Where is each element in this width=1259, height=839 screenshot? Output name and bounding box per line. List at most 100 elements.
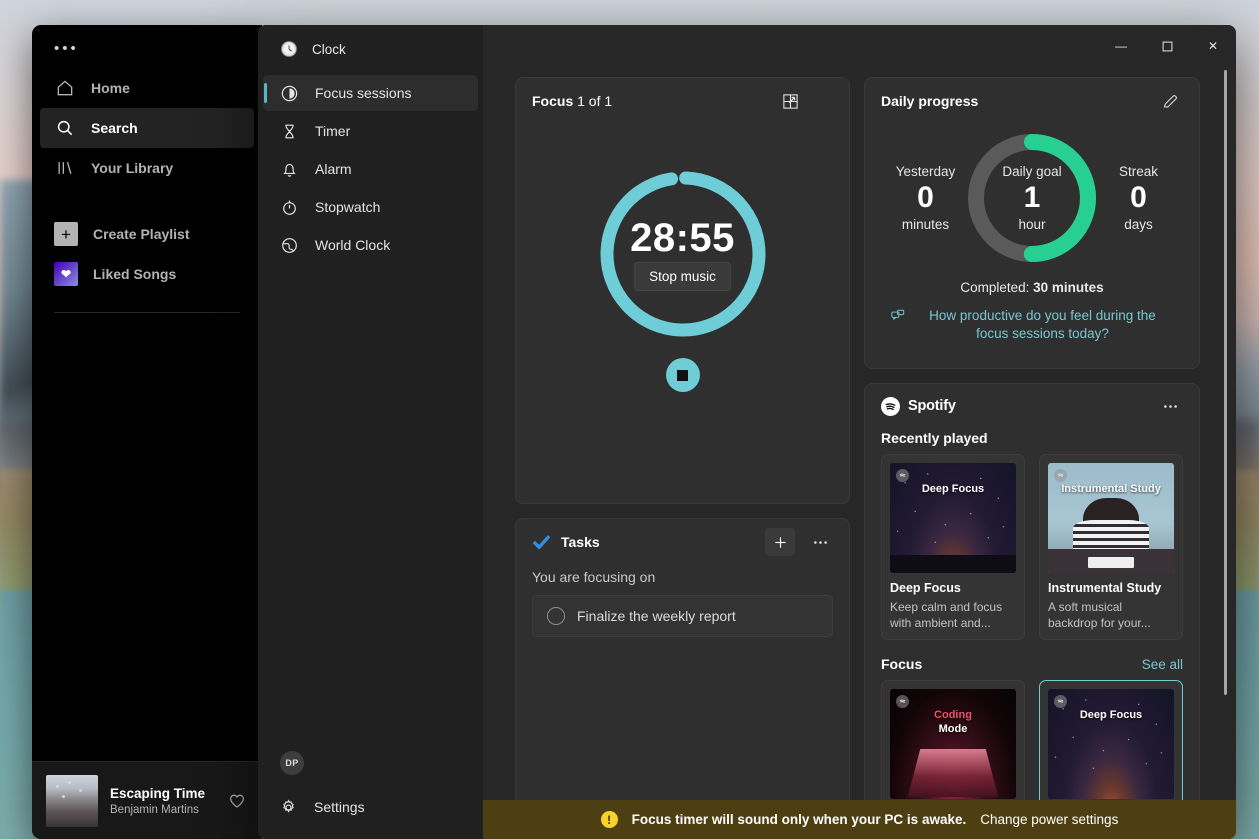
pencil-icon[interactable] [1155, 87, 1185, 115]
focus-card-header: Focus 1 of 1 more-horizontal-icon [516, 78, 849, 124]
tasks-card-header: Tasks [516, 519, 849, 565]
add-task-button[interactable] [765, 528, 795, 556]
tasks-more-icon[interactable] [805, 528, 835, 556]
stop-icon [677, 370, 688, 381]
sidebar-item-your-library[interactable]: Your Library [40, 148, 254, 188]
focus-more-icon[interactable]: more-horizontal-icon [805, 87, 835, 115]
menu-item-label: Timer [315, 123, 350, 139]
now-playing-bar: Escaping Time Benjamin Martins [32, 761, 262, 839]
picture-in-picture-icon[interactable] [775, 87, 805, 115]
spotify-actions: + Create Playlist ❤ Liked Songs [32, 214, 262, 294]
playlist-card[interactable]: CodingMode [881, 680, 1025, 808]
menu-item-label: Alarm [315, 161, 352, 177]
right-column: Daily progress Yesterday 0 minutes [864, 77, 1200, 839]
streak-stat: Streak 0 days [1100, 164, 1177, 232]
clock-icon [280, 40, 298, 58]
focus-sessions-icon [279, 83, 299, 103]
spotify-more-icon[interactable] [1155, 392, 1185, 420]
see-all-link[interactable]: See all [1142, 657, 1183, 672]
notification-message: Focus timer will sound only when your PC… [632, 812, 967, 827]
clock-content: — ✕ Focus 1 of 1 [483, 25, 1236, 839]
content-scrollbar[interactable] [1224, 70, 1227, 784]
clock-app-title: Clock [312, 42, 346, 57]
heart-icon: ❤ [54, 262, 78, 286]
playlist-card-selected[interactable]: Deep Focus [1039, 680, 1183, 808]
circle-unchecked-icon[interactable] [547, 607, 565, 625]
daily-goal-ring: Daily goal 1 hour [964, 130, 1100, 266]
focus-section-heading: Focus [881, 656, 1142, 672]
sidebar-item-label: Your Library [91, 160, 173, 176]
playlist-artwork: Deep Focus [1048, 689, 1174, 799]
stop-focus-session-button[interactable] [666, 358, 700, 392]
playlist-card[interactable]: Deep Focus Deep Focus Keep calm and focu… [881, 454, 1025, 640]
create-playlist-button[interactable]: + Create Playlist [40, 214, 254, 254]
productivity-survey-text: How productive do you feel during the fo… [912, 307, 1173, 343]
search-icon [54, 117, 76, 139]
playlist-art-text: Instrumental Study [1048, 483, 1174, 497]
spotify-window: ••• Home Search Your [32, 25, 262, 839]
spotify-panel-card: Spotify Recently played [864, 383, 1200, 839]
album-art-thumbnail[interactable] [46, 775, 98, 827]
minimize-button[interactable]: — [1098, 25, 1144, 67]
plus-icon: + [54, 222, 78, 246]
daily-goal-value: 1 [1024, 179, 1041, 217]
account-avatar[interactable]: DP [280, 751, 304, 775]
content-scroll-area: Focus 1 of 1 more-horizontal-icon [483, 25, 1236, 839]
sidebar-item-search[interactable]: Search [40, 108, 254, 148]
focus-title-rest: 1 of 1 [573, 93, 612, 109]
menu-item-alarm[interactable]: Alarm [263, 151, 478, 187]
yesterday-stat: Yesterday 0 minutes [887, 164, 964, 232]
yesterday-value: 0 [887, 179, 964, 217]
menu-item-timer[interactable]: Timer [263, 113, 478, 149]
completed-value: 30 minutes [1033, 280, 1104, 295]
streak-unit: days [1100, 217, 1177, 232]
now-playing-meta: Escaping Time Benjamin Martins [110, 786, 216, 816]
sidebar-item-label: Search [91, 120, 138, 136]
productivity-survey-link[interactable]: How productive do you feel during the fo… [865, 295, 1199, 343]
stop-music-button[interactable]: Stop music [634, 262, 731, 291]
settings-label: Settings [314, 799, 365, 815]
task-list-item[interactable]: Finalize the weekly report [532, 595, 833, 637]
change-power-settings-link[interactable]: Change power settings [980, 812, 1118, 827]
daily-goal-center: Daily goal 1 hour [964, 130, 1100, 266]
track-artist: Benjamin Martins [110, 804, 216, 816]
window-titlebar[interactable]: — ✕ [483, 25, 1236, 67]
menu-item-world-clock[interactable]: World Clock [263, 227, 478, 263]
hourglass-icon [279, 121, 299, 141]
left-column: Focus 1 of 1 more-horizontal-icon [515, 77, 850, 839]
spotify-nav: Home Search Your Library [32, 66, 262, 188]
like-track-button[interactable] [228, 792, 248, 810]
menu-item-focus-sessions[interactable]: Focus sessions [263, 75, 478, 111]
feedback-icon [891, 309, 905, 323]
track-title: Escaping Time [110, 786, 216, 801]
tasks-title: Tasks [561, 534, 755, 550]
clock-app-header: Clock [258, 31, 483, 67]
close-button[interactable]: ✕ [1190, 25, 1236, 67]
recently-played-row: Deep Focus Deep Focus Keep calm and focu… [865, 454, 1199, 640]
yesterday-unit: minutes [887, 217, 964, 232]
maximize-button[interactable] [1144, 25, 1190, 67]
liked-songs-button[interactable]: ❤ Liked Songs [40, 254, 254, 294]
spotify-badge-icon [896, 469, 909, 482]
rail-spacer [258, 265, 483, 751]
gear-icon [279, 798, 298, 817]
create-playlist-label: Create Playlist [93, 226, 190, 242]
playlist-description: Keep calm and focus with ambient and... [890, 599, 1016, 631]
playlist-artwork: Instrumental Study [1048, 463, 1174, 573]
library-icon [54, 157, 76, 179]
streak-value: 0 [1100, 179, 1177, 217]
home-icon [54, 77, 76, 99]
playlist-art-text: CodingMode [890, 709, 1016, 737]
menu-item-stopwatch[interactable]: Stopwatch [263, 189, 478, 225]
liked-songs-label: Liked Songs [93, 266, 176, 282]
playlist-card[interactable]: Instrumental Study Instrumental Study A … [1039, 454, 1183, 640]
spotify-overflow-menu[interactable]: ••• [32, 25, 262, 66]
tasks-subtitle: You are focusing on [516, 565, 849, 595]
scrollbar-thumb[interactable] [1224, 70, 1227, 695]
spotify-badge-icon [1054, 469, 1067, 482]
menu-item-settings[interactable]: Settings [263, 789, 478, 825]
menu-item-label: Focus sessions [315, 85, 411, 101]
daily-goal-unit: hour [1018, 217, 1045, 232]
focus-title-bold: Focus [532, 93, 573, 109]
sidebar-item-home[interactable]: Home [40, 68, 254, 108]
